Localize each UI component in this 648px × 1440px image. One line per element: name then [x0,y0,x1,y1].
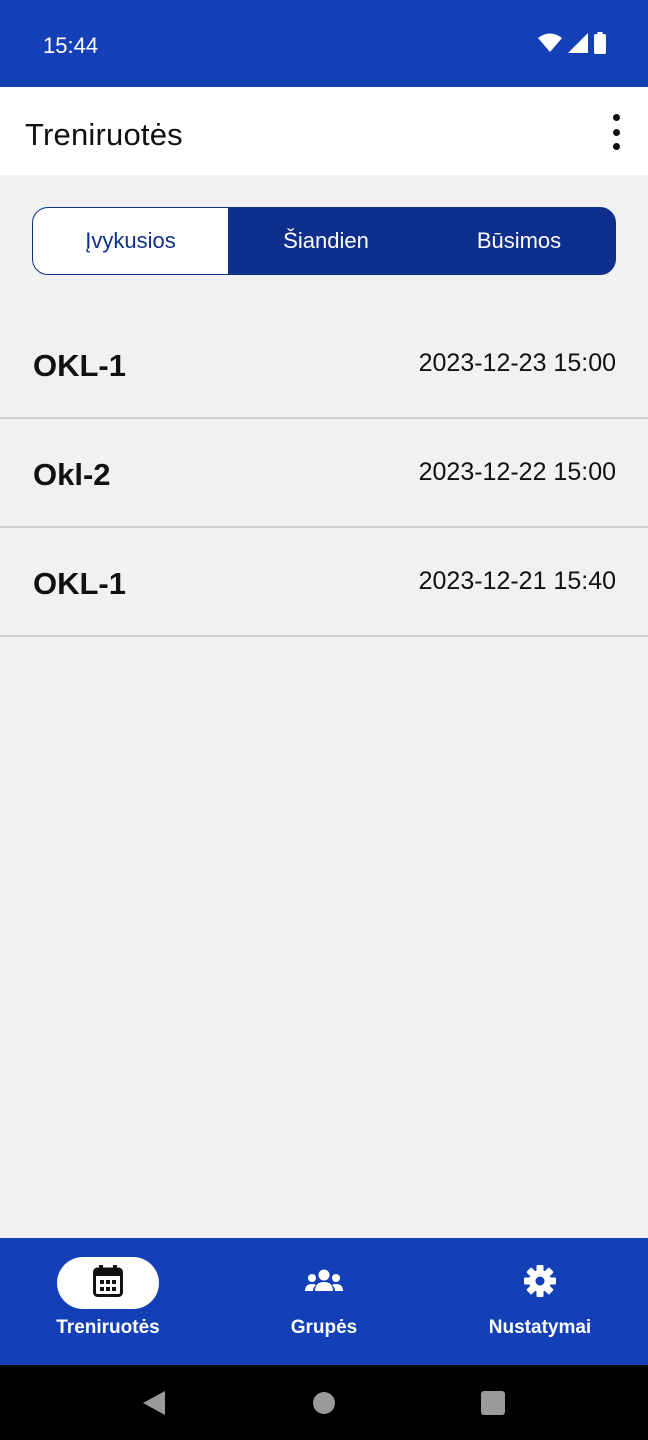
signal-icon [568,33,588,58]
bottom-nav: Treniruotės Grupės Nustatymai [0,1238,648,1365]
nav-active-indicator [57,1257,159,1309]
session-title: Okl-2 [33,457,111,492]
nav-item-settings[interactable]: Nustatymai [432,1238,648,1365]
list-item[interactable]: Okl-2 2023-12-22 15:00 [0,419,648,528]
calendar-icon [93,1264,123,1302]
status-time: 15:44 [43,33,99,58]
more-vertical-icon[interactable] [606,114,626,150]
session-datetime: 2023-12-22 15:00 [418,458,616,486]
nav-item-groups[interactable]: Grupės [216,1238,432,1365]
segmented-tabs: Įvykusios Šiandien Būsimos [32,207,616,275]
page-title: Treniruotės [25,117,183,152]
session-title: OKL-1 [33,566,126,601]
nav-label: Nustatymai [488,1317,592,1338]
groups-icon [304,1269,344,1298]
nav-label: Grupės [290,1317,358,1338]
session-list: OKL-1 2023-12-23 15:00 Okl-2 2023-12-22 … [0,310,648,637]
status-icons [538,32,606,59]
tab-past[interactable]: Įvykusios [33,208,229,274]
recents-icon[interactable] [481,1391,505,1420]
battery-icon [594,32,606,59]
gear-icon [523,1264,557,1303]
home-icon[interactable] [312,1391,336,1420]
app-bar: Treniruotės [0,87,648,175]
system-nav-bar [0,1365,648,1440]
list-item[interactable]: OKL-1 2023-12-23 15:00 [0,310,648,419]
session-datetime: 2023-12-21 15:40 [418,567,616,595]
back-icon[interactable] [141,1389,167,1422]
list-item[interactable]: OKL-1 2023-12-21 15:40 [0,528,648,637]
nav-item-trainings[interactable]: Treniruotės [0,1238,216,1365]
session-datetime: 2023-12-23 15:00 [418,349,616,377]
session-title: OKL-1 [33,348,126,383]
tab-today[interactable]: Šiandien [229,208,423,274]
wifi-icon [538,33,562,58]
nav-label: Treniruotės [56,1317,160,1338]
tab-upcoming[interactable]: Būsimos [423,208,615,274]
status-bar: 15:44 [0,0,648,87]
